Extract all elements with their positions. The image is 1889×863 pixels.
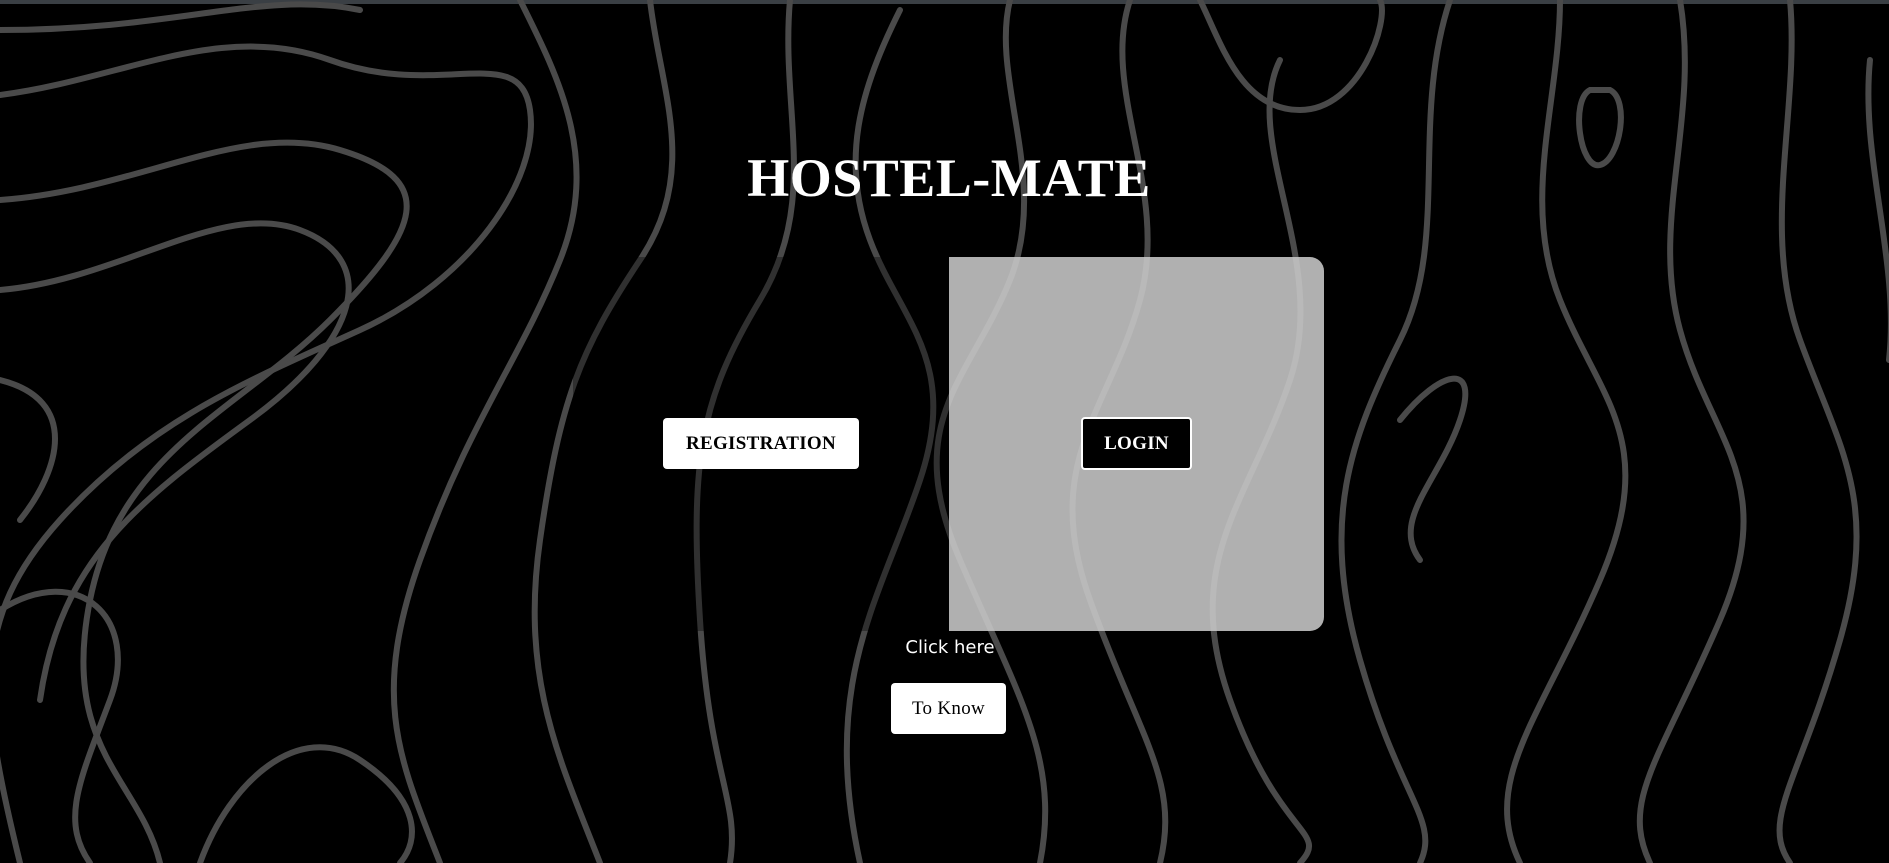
page-title: HOSTEL-MATE <box>747 148 1151 208</box>
registration-button[interactable]: REGISTRATION <box>663 418 859 469</box>
to-know-button[interactable]: To Know <box>891 683 1006 734</box>
click-here-text: Click here <box>905 637 995 658</box>
login-button[interactable]: LOGIN <box>1081 417 1192 470</box>
